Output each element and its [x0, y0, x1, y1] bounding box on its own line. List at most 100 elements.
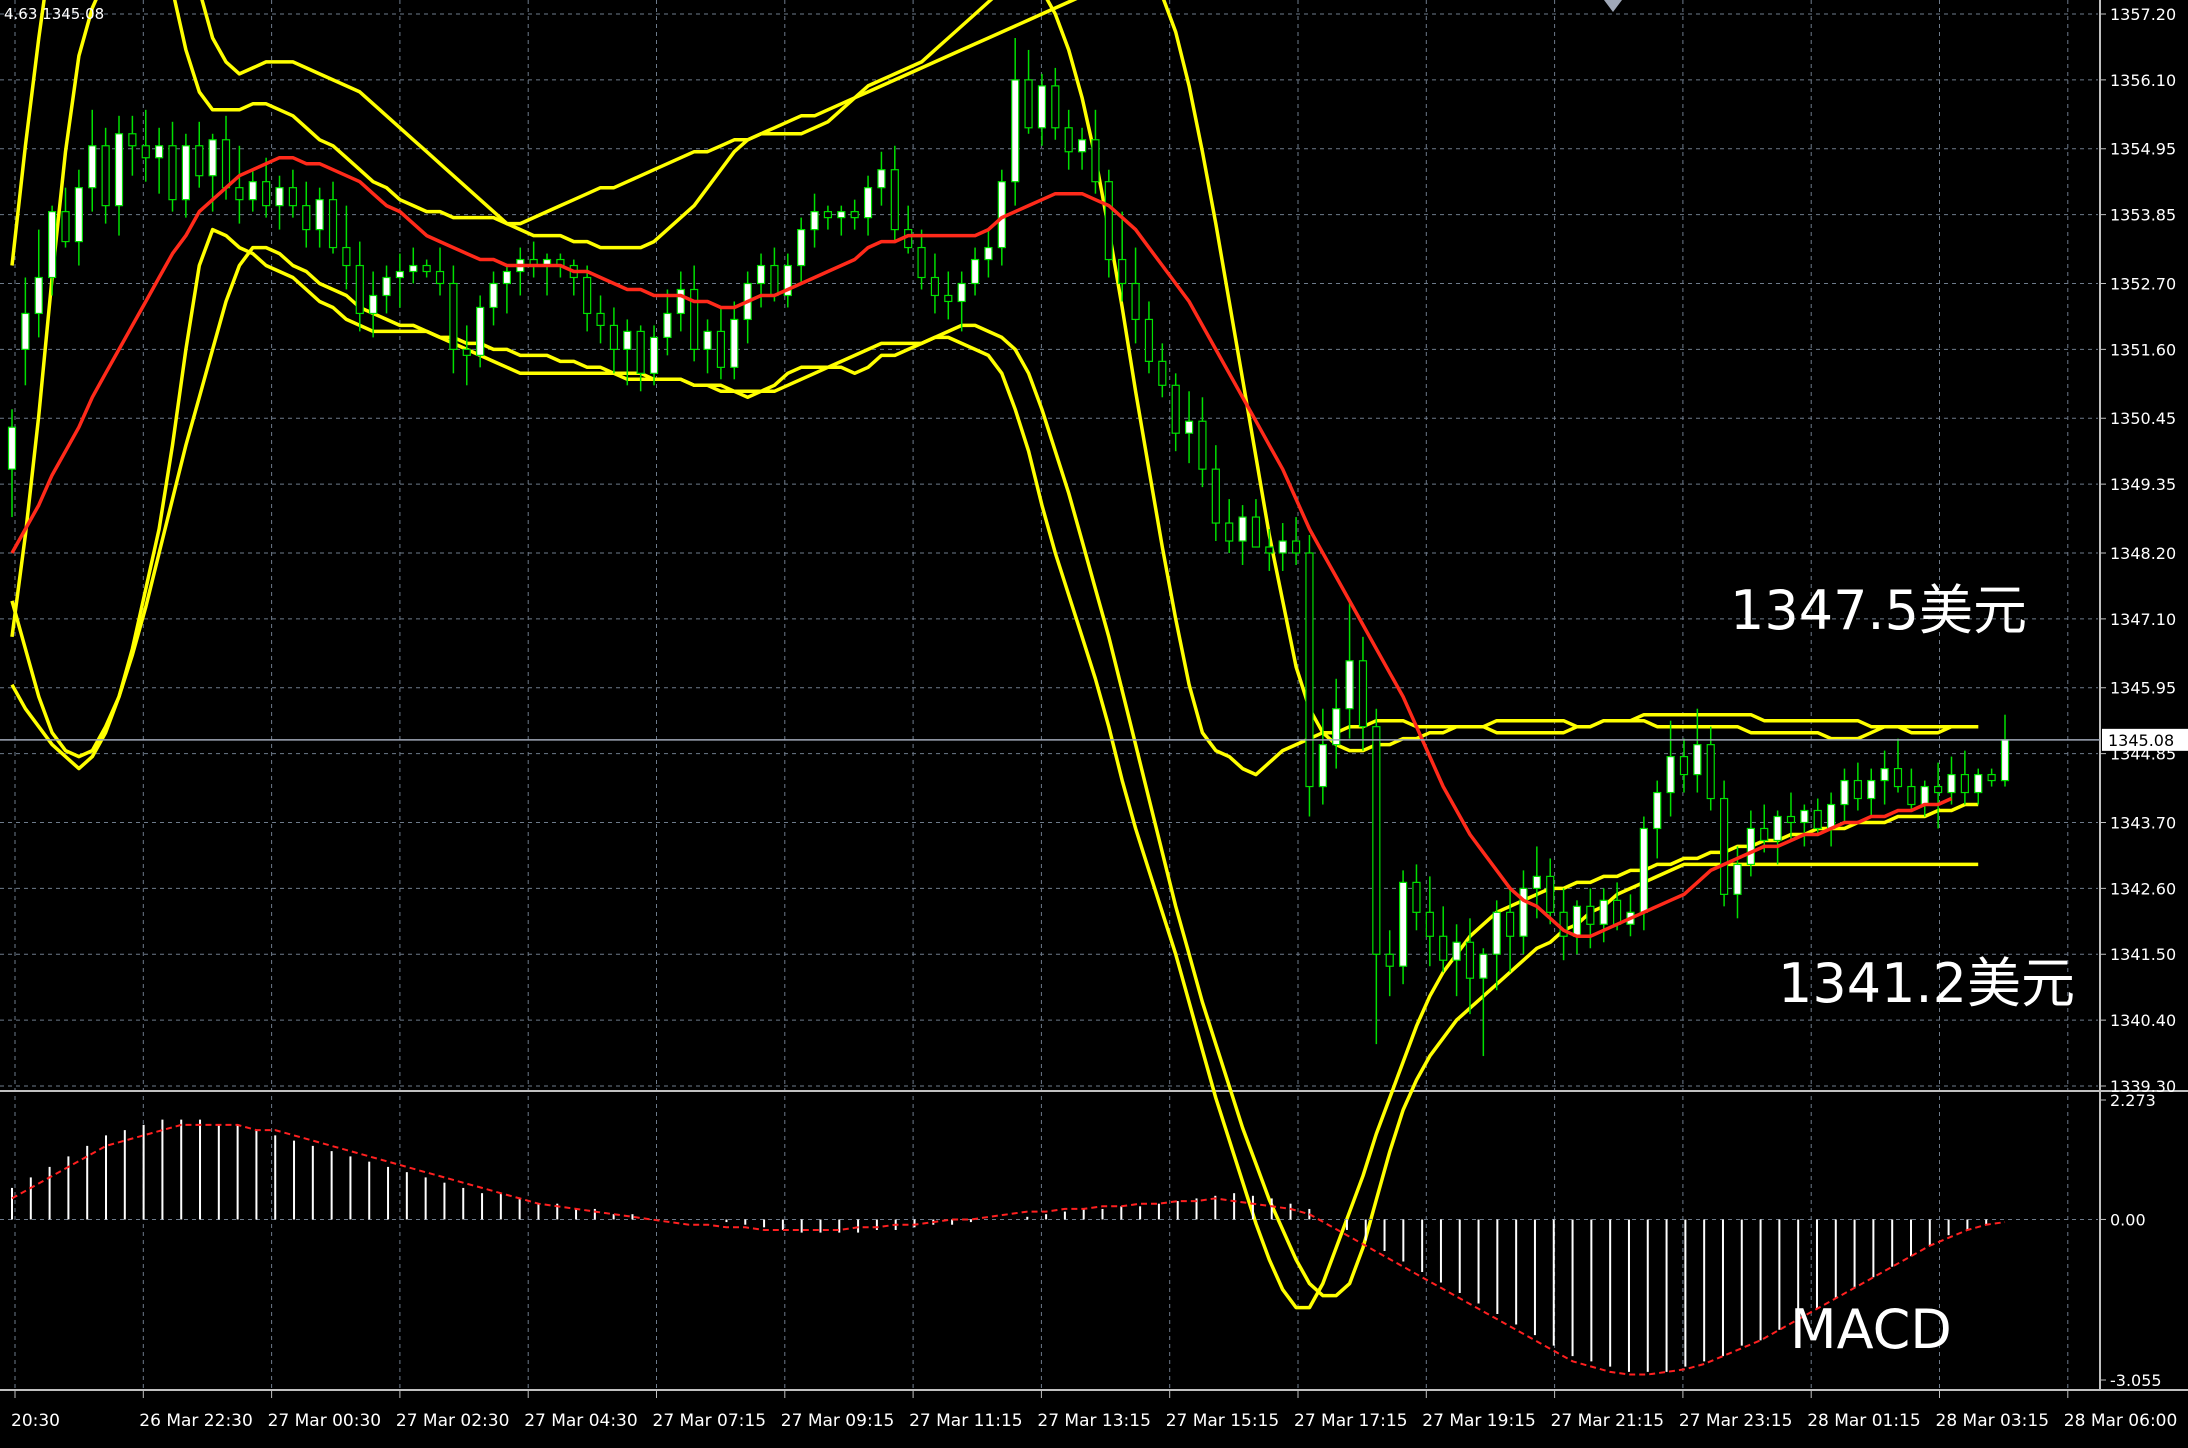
macd-tick-label: 0.00	[2110, 1210, 2146, 1229]
time-tick-label: 27 Mar 07:15	[653, 1411, 767, 1431]
candle-body	[850, 211, 859, 219]
price-tick-label: 1339.30	[2110, 1077, 2176, 1096]
candle-body	[128, 133, 137, 147]
candle-body	[141, 145, 150, 159]
candle-body	[797, 228, 806, 267]
candle-body	[1693, 744, 1702, 776]
candle-body	[7, 426, 17, 470]
price-tick-label: 1350.45	[2110, 409, 2176, 428]
candle-body	[1265, 546, 1274, 554]
candle-body	[1960, 773, 1969, 794]
price-tick-label: 1347.10	[2110, 610, 2176, 629]
candle-body	[1505, 911, 1515, 937]
candle-body	[1840, 779, 1849, 806]
candle-body	[1211, 468, 1220, 524]
candle-body	[1786, 815, 1796, 824]
candle-body	[1853, 779, 1862, 800]
candle-body	[1104, 181, 1113, 261]
candle-body	[1118, 258, 1127, 285]
candle-body	[676, 288, 685, 315]
candle-body	[1225, 522, 1234, 542]
macd-label: MACD	[1790, 1298, 1952, 1361]
candle-body	[369, 294, 378, 315]
candle-body	[168, 145, 177, 201]
candle-body	[1987, 773, 1996, 782]
candle-body	[1358, 660, 1368, 728]
candle-body	[970, 258, 980, 285]
candle-body	[1171, 384, 1180, 434]
candle-body	[877, 169, 886, 189]
trading-chart[interactable]: 2.273 0.00 -3.055 1357.20 1356.10 1354.95 135…	[0, 0, 2188, 1444]
current-price-label: 1345.08	[2108, 731, 2174, 750]
candle-body	[1144, 318, 1154, 362]
candle-body	[181, 145, 190, 201]
candle-body	[101, 145, 110, 207]
candle-body	[703, 330, 712, 350]
price-tick-label: 1354.95	[2110, 140, 2176, 159]
candle-body	[1385, 953, 1394, 967]
candle-body	[716, 330, 726, 368]
candle-body	[1318, 744, 1327, 788]
candle-body	[48, 211, 57, 279]
candle-body	[61, 211, 70, 243]
time-tick-label: 27 Mar 11:15	[909, 1411, 1023, 1431]
candle-body	[489, 282, 498, 309]
candle-body	[609, 324, 619, 350]
candle-body	[917, 246, 926, 279]
candle-body	[583, 276, 592, 315]
price-tick-label: 1353.85	[2110, 206, 2176, 225]
time-tick-label: 20:30	[11, 1411, 60, 1431]
candle-body	[1158, 360, 1167, 386]
candle-body	[596, 312, 605, 327]
candle-body	[1479, 953, 1488, 979]
candle-body	[1773, 815, 1782, 842]
candle-body	[1037, 85, 1047, 129]
time-tick-label: 27 Mar 09:15	[781, 1411, 895, 1431]
candle-body	[315, 199, 324, 231]
candle-body	[288, 187, 297, 207]
price-tick-label: 1356.10	[2110, 71, 2176, 90]
candle-body	[1372, 726, 1381, 955]
annotation-upper-price: 1347.5美元	[1730, 579, 2027, 642]
candle-body	[1184, 420, 1194, 434]
candle-body	[302, 205, 311, 231]
candle-body	[1251, 516, 1261, 548]
price-tick-label: 1348.20	[2110, 544, 2176, 563]
candle-body	[1760, 827, 1769, 842]
chart-canvas[interactable]: 2.2730.00-3.055 1357.201356.101354.95135…	[0, 0, 2188, 1444]
time-tick-label: 27 Mar 15:15	[1166, 1411, 1280, 1431]
candle-body	[1974, 773, 1983, 794]
candle-body	[342, 246, 351, 267]
candle-body	[1131, 282, 1140, 321]
candle-body	[1586, 905, 1595, 925]
candle-body	[476, 306, 485, 356]
candle-body	[1398, 881, 1408, 967]
candle-body	[1465, 941, 1475, 979]
candle-body	[984, 246, 993, 261]
candle-body	[770, 264, 779, 297]
price-tick-label: 1351.60	[2110, 340, 2176, 359]
candle-body	[462, 348, 471, 356]
candle-body	[1720, 797, 1729, 895]
candle-body	[262, 181, 271, 207]
candle-body	[1800, 809, 1809, 824]
candle-body	[1077, 139, 1087, 153]
candle-body	[1653, 791, 1662, 830]
candle-body	[1613, 899, 1622, 925]
time-tick-label: 27 Mar 00:30	[268, 1411, 382, 1431]
time-tick-label: 28 Mar 03:15	[1936, 1411, 2050, 1431]
candle-body	[1947, 773, 1956, 794]
candle-body	[944, 294, 953, 303]
candle-body	[823, 211, 833, 219]
candle-body	[1907, 785, 1916, 806]
candle-body	[1064, 127, 1073, 153]
candle-body	[248, 181, 257, 201]
candle-body	[1867, 779, 1876, 800]
time-tick-label: 27 Mar 23:15	[1679, 1411, 1793, 1431]
candle-body	[1011, 79, 1020, 183]
candle-body	[1024, 79, 1033, 129]
candle-body	[1706, 744, 1715, 800]
candle-body	[235, 187, 244, 201]
candle-body	[221, 139, 231, 189]
candle-body	[1291, 540, 1301, 554]
